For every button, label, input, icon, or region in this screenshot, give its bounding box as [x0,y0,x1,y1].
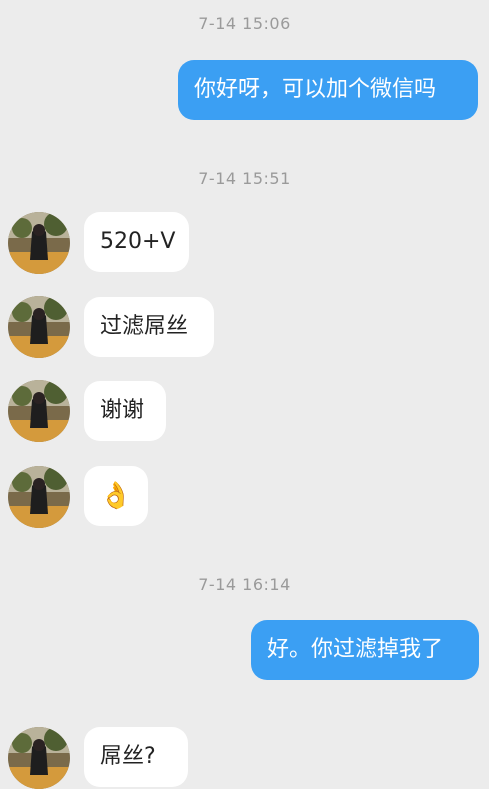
incoming-message-bubble[interactable]: 屌丝? [84,727,188,787]
contact-avatar[interactable] [8,466,70,528]
message-text: 好。你过滤掉我了 [267,637,444,662]
contact-avatar[interactable] [8,727,70,789]
message-timestamp: 7-14 15:06 [198,14,291,33]
message-text: 屌丝? [100,744,156,769]
avatar-photo-icon [8,212,70,274]
message-timestamp: 7-14 16:14 [198,575,291,594]
incoming-message-bubble[interactable]: 👌 [84,466,148,526]
message-text: 你好呀，可以加个微信吗 [194,77,437,102]
outgoing-message-bubble[interactable]: 好。你过滤掉我了 [251,620,479,680]
incoming-message-bubble[interactable]: 过滤屌丝 [84,297,214,357]
contact-avatar[interactable] [8,212,70,274]
contact-avatar[interactable] [8,296,70,358]
message-text: 谢谢 [100,398,145,423]
outgoing-message-bubble[interactable]: 你好呀，可以加个微信吗 [178,60,478,120]
contact-avatar[interactable] [8,380,70,442]
message-text: 520+V [100,229,176,254]
avatar-photo-icon [8,380,70,442]
chat-thread: 7-14 15:06 你好呀，可以加个微信吗 7-14 15:51 520+V [0,0,489,789]
ok-hand-icon: 👌 [99,481,133,511]
avatar-photo-icon [8,727,70,789]
incoming-message-bubble[interactable]: 谢谢 [84,381,166,441]
message-timestamp: 7-14 15:51 [198,169,291,188]
avatar-photo-icon [8,466,70,528]
message-text: 过滤屌丝 [100,314,189,339]
avatar-photo-icon [8,296,70,358]
incoming-message-bubble[interactable]: 520+V [84,212,189,272]
